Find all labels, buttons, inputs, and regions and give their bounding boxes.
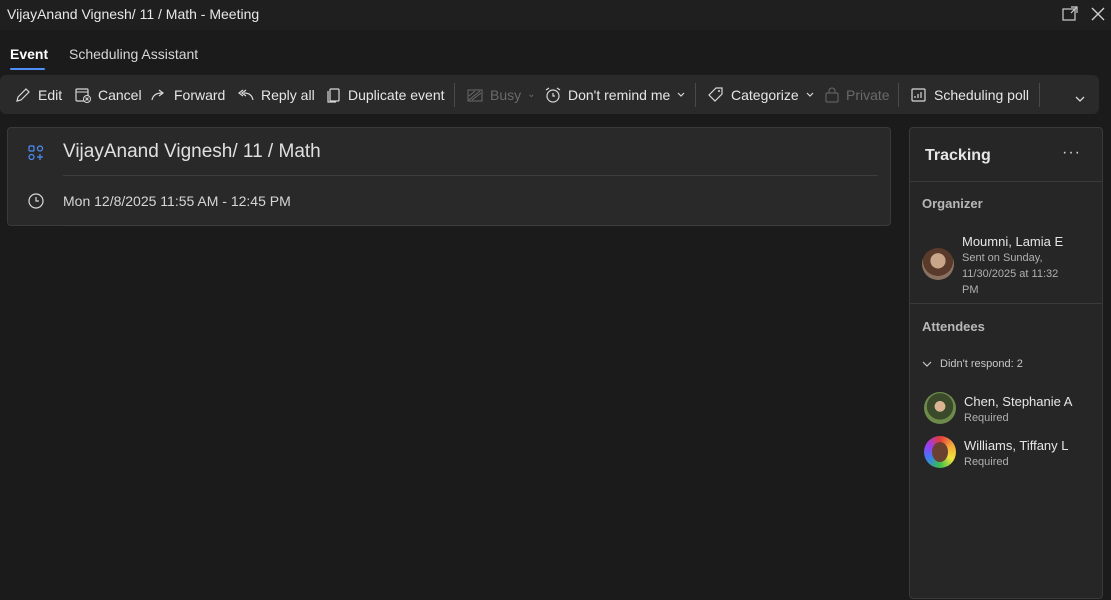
didnt-respond-group[interactable]: Didn't respond: 2 xyxy=(922,358,1023,370)
divider xyxy=(910,303,1102,304)
forward-arrow-icon xyxy=(151,89,164,100)
organizer-sent-line1: Sent on Sunday, xyxy=(962,252,1043,264)
private-label: Private xyxy=(846,86,890,103)
edit-button[interactable]: Edit xyxy=(14,75,62,114)
organizer-sent-line3: PM xyxy=(962,284,979,296)
cancel-button[interactable]: Cancel xyxy=(74,75,142,114)
forward-button[interactable]: Forward xyxy=(150,75,225,114)
organizer-avatar xyxy=(922,248,954,280)
more-options-icon[interactable]: ··· xyxy=(1062,144,1081,162)
chevron-down-icon xyxy=(806,92,814,97)
divider xyxy=(910,181,1102,182)
chevron-down-icon xyxy=(677,92,685,97)
attendees-heading: Attendees xyxy=(922,319,985,334)
tab-scheduling-assistant[interactable]: Scheduling Assistant xyxy=(69,46,198,62)
toolbar-separator xyxy=(1039,83,1040,107)
divider xyxy=(63,175,878,176)
reply-all-label: Reply all xyxy=(261,86,315,103)
scheduling-poll-button[interactable]: Scheduling poll xyxy=(910,75,1029,114)
cancel-label: Cancel xyxy=(98,86,142,103)
group-label: Didn't respond: 2 xyxy=(940,358,1023,370)
window-title: VijayAnand Vignesh/ 11 / Math - Meeting xyxy=(7,6,260,22)
forward-label: Forward xyxy=(174,86,226,103)
busy-label: Busy xyxy=(490,86,522,103)
organizer-sent-line2: 11/30/2025 at 11:32 xyxy=(962,268,1059,280)
pencil-icon xyxy=(16,87,30,102)
lock-icon xyxy=(825,87,839,102)
attendee-avatar xyxy=(924,392,956,424)
active-tab-indicator xyxy=(10,68,45,70)
tracking-title: Tracking xyxy=(925,147,991,164)
close-icon[interactable] xyxy=(1089,5,1107,23)
private-button[interactable]: Private xyxy=(824,75,890,114)
tab-strip: Event Scheduling Assistant xyxy=(0,30,1111,70)
busy-status-icon xyxy=(467,89,483,101)
busy-dropdown[interactable]: Busy ⌄ xyxy=(466,75,536,114)
scheduling-poll-label: Scheduling poll xyxy=(934,86,1029,103)
more-options-dropdown[interactable] xyxy=(1074,79,1086,118)
attendee-role: Required xyxy=(964,456,1009,468)
toolbar-separator xyxy=(898,83,899,107)
clock-icon xyxy=(28,193,44,209)
reply-all-button[interactable]: Reply all xyxy=(237,75,315,114)
toolbar-separator xyxy=(454,83,455,107)
duplicate-event-button[interactable]: Duplicate event xyxy=(326,75,445,114)
attendee-name[interactable]: Williams, Tiffany L xyxy=(964,438,1069,453)
categorize-dropdown[interactable]: Categorize xyxy=(707,75,815,114)
attendee-role: Required xyxy=(964,412,1009,424)
popout-icon[interactable] xyxy=(1061,5,1079,23)
attendee-name[interactable]: Chen, Stephanie A xyxy=(964,394,1072,409)
chevron-down-icon xyxy=(922,361,932,367)
duplicate-icon xyxy=(327,87,340,103)
tracking-panel: Tracking ··· Organizer Moumni, Lamia E S… xyxy=(909,127,1103,599)
ribbon-toolbar: Edit Cancel Forward Reply all Duplicate … xyxy=(0,75,1099,114)
calendar-cancel-icon xyxy=(75,87,91,103)
poll-icon xyxy=(911,87,926,102)
categorize-label: Categorize xyxy=(731,86,799,103)
attendees-icon xyxy=(28,145,44,161)
title-bar: VijayAnand Vignesh/ 11 / Math - Meeting xyxy=(0,0,1111,30)
organizer-name[interactable]: Moumni, Lamia E xyxy=(962,234,1063,249)
tag-icon xyxy=(708,86,723,102)
tab-event[interactable]: Event xyxy=(10,46,48,62)
chevron-down-icon xyxy=(1075,96,1085,102)
chevron-down-icon: ⌄ xyxy=(527,89,536,100)
divider xyxy=(63,225,878,226)
event-datetime[interactable]: Mon 12/8/2025 11:55 AM - 12:45 PM xyxy=(63,193,291,209)
reply-all-icon xyxy=(238,89,254,100)
event-details-card: VijayAnand Vignesh/ 11 / Math Mon 12/8/2… xyxy=(7,127,891,226)
reminder-dropdown[interactable]: Don't remind me xyxy=(544,75,686,114)
edit-label: Edit xyxy=(38,86,63,103)
reminder-label: Don't remind me xyxy=(568,86,671,103)
duplicate-label: Duplicate event xyxy=(348,86,445,103)
attendee-avatar xyxy=(924,436,956,468)
toolbar-separator xyxy=(695,83,696,107)
organizer-heading: Organizer xyxy=(922,196,983,211)
event-subject[interactable]: VijayAnand Vignesh/ 11 / Math xyxy=(63,141,321,163)
alarm-clock-icon xyxy=(545,87,561,103)
